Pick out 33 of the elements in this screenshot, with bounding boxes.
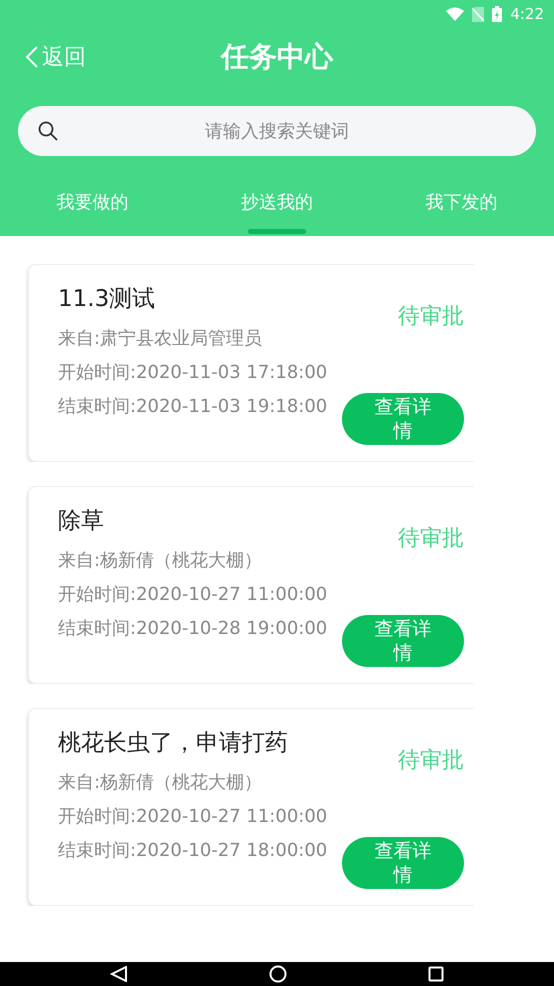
task-title: 除草 — [58, 507, 105, 536]
wifi-icon — [446, 7, 464, 21]
back-icon[interactable] — [110, 966, 128, 982]
recents-icon[interactable] — [428, 966, 444, 982]
task-start-time: 开始时间:2020-11-03 17:18:00 — [58, 361, 328, 384]
task-sender: 来自:杨新倩（桃花大棚） — [58, 771, 264, 794]
task-end-time: 结束时间:2020-10-27 18:00:00 — [58, 839, 328, 862]
details-button[interactable]: 查看详情 — [342, 837, 464, 889]
task-end-time: 结束时间:2020-11-03 19:18:00 — [58, 395, 328, 418]
task-status: 待审批 — [398, 525, 464, 553]
tab[interactable]: 抄送我的 — [184, 180, 370, 236]
tab[interactable]: 我下发的 — [369, 180, 554, 236]
details-button[interactable]: 查看详情 — [342, 393, 464, 445]
sim-icon — [472, 6, 484, 22]
task-sender: 来自:杨新倩（桃花大棚） — [58, 549, 264, 572]
task-status: 待审批 — [398, 747, 464, 775]
task-sender: 来自:肃宁县农业局管理员 — [58, 327, 264, 350]
back-link[interactable]: 返回 — [26, 42, 86, 72]
details-button[interactable]: 查看详情 — [342, 615, 464, 667]
home-icon[interactable] — [268, 965, 287, 983]
task-start-time: 开始时间:2020-10-27 11:00:00 — [58, 805, 328, 828]
task-end-time: 结束时间:2020-10-28 19:00:00 — [58, 617, 328, 640]
battery-icon — [492, 6, 502, 22]
status-time: 4:22 — [510, 5, 544, 23]
search-field[interactable]: 请输入搜索关键词 — [18, 106, 536, 156]
tab[interactable]: 我要做的 — [0, 180, 185, 236]
page-title: 任务中心 — [221, 39, 333, 75]
task-title: 11.3测试 — [58, 285, 156, 314]
task-start-time: 开始时间:2020-10-27 11:00:00 — [58, 583, 328, 606]
chevron-left-icon — [26, 46, 38, 68]
task-title: 桃花长虫了，申请打药 — [58, 729, 289, 758]
task-status: 待审批 — [398, 303, 464, 331]
search-icon — [38, 121, 58, 141]
